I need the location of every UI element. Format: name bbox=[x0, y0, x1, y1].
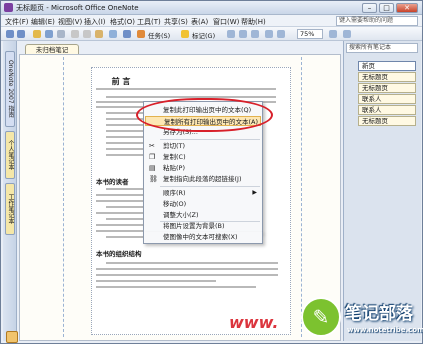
standard-toolbar: 任务(S) 标记(G) 75% bbox=[1, 27, 422, 41]
watermark-title: 笔记部落 bbox=[345, 304, 413, 324]
minimize-button[interactable]: – bbox=[362, 3, 377, 13]
unfiled-notes-icon[interactable] bbox=[6, 331, 18, 343]
forward-icon[interactable] bbox=[17, 30, 25, 38]
watermark-www-text: www. bbox=[229, 313, 279, 332]
copy-icon: ❐ bbox=[149, 153, 156, 161]
pen-icon[interactable] bbox=[227, 30, 235, 38]
doc-text-line bbox=[96, 286, 256, 288]
zoom-in-icon[interactable] bbox=[329, 30, 337, 38]
format-painter-icon[interactable] bbox=[109, 30, 117, 38]
onenote-app-icon bbox=[4, 3, 13, 12]
menu-tools[interactable]: 工具(T) bbox=[137, 17, 161, 27]
menu-make-searchable[interactable]: 使图像中的文本可搜索(X) bbox=[145, 232, 261, 242]
task-flag-icon[interactable] bbox=[137, 30, 145, 38]
zoom-out-icon[interactable] bbox=[277, 30, 285, 38]
menu-view[interactable]: 视图(V) bbox=[58, 17, 82, 27]
menu-move[interactable]: 移动(O) bbox=[145, 199, 261, 209]
highlight-annotation-circle bbox=[136, 98, 273, 132]
cut-icon[interactable] bbox=[71, 30, 79, 38]
notebook-navigation-pane: OneNote 2007 指南 个人笔记本 工作笔记本 bbox=[3, 41, 18, 343]
menu-separator bbox=[160, 139, 260, 140]
context-menu-bottom: 使图像中的文本可搜索(X) bbox=[143, 232, 263, 244]
maximize-button[interactable]: □ bbox=[379, 3, 394, 13]
email-icon[interactable] bbox=[57, 30, 65, 38]
notebook-tab-guide[interactable]: OneNote 2007 指南 bbox=[5, 51, 15, 127]
menu-window[interactable]: 窗口(W) bbox=[213, 17, 239, 27]
menu-cut[interactable]: ✂ 剪切(T) bbox=[145, 141, 261, 151]
menu-item-label: 剪切(T) bbox=[163, 142, 186, 150]
submenu-arrow-icon: ▶ bbox=[252, 189, 257, 196]
doc-heading-structure: 本书的组织结构 bbox=[96, 250, 142, 258]
menu-item-label: 调整大小(Z) bbox=[163, 211, 199, 219]
menu-bar: 文件(F) 编辑(E) 视图(V) 插入(I) 格式(O) 工具(T) 共享(S… bbox=[1, 15, 422, 27]
menu-file[interactable]: 文件(F) bbox=[5, 17, 29, 27]
onenote-window: 无标题页 - Microsoft Office OneNote – □ ✕ 文件… bbox=[0, 0, 423, 344]
menu-separator bbox=[160, 186, 260, 187]
research-icon[interactable] bbox=[343, 30, 351, 38]
doc-text-line bbox=[96, 274, 278, 276]
page-tab-untitled-1[interactable]: 无标题页 bbox=[358, 72, 416, 82]
menu-item-label: 顺序(R) bbox=[163, 189, 186, 197]
doc-heading-readers: 本书的读者 bbox=[96, 178, 129, 186]
doc-text-line bbox=[96, 280, 216, 282]
undo-icon[interactable] bbox=[123, 30, 131, 38]
watermark-logo: ✎ 笔记部落 www.notetribe.com bbox=[301, 293, 423, 343]
menu-insert[interactable]: 插入(I) bbox=[84, 17, 106, 27]
page-tab-untitled-3[interactable]: 无标题页 bbox=[358, 116, 416, 126]
section-tabs: 未归档笔记 bbox=[19, 41, 339, 55]
print-icon[interactable] bbox=[45, 30, 53, 38]
eraser-icon[interactable] bbox=[239, 30, 247, 38]
doc-text-line bbox=[96, 268, 278, 270]
copy-icon[interactable] bbox=[83, 30, 91, 38]
select-icon[interactable] bbox=[251, 30, 259, 38]
page-tab-contacts-1[interactable]: 联系人 bbox=[358, 94, 416, 104]
watermark-url: www.notetribe.com bbox=[347, 326, 423, 334]
menu-share[interactable]: 共享(S) bbox=[164, 17, 188, 27]
window-title: 无标题页 - Microsoft Office OneNote bbox=[16, 4, 139, 12]
page-tab-new[interactable]: 新页 bbox=[358, 61, 416, 71]
close-button[interactable]: ✕ bbox=[396, 3, 418, 13]
doc-title: 前 言 bbox=[111, 77, 131, 86]
title-bar: 无标题页 - Microsoft Office OneNote – □ ✕ bbox=[1, 1, 422, 15]
menu-item-label: 复制(C) bbox=[163, 153, 186, 161]
notetribe-logo-icon: ✎ bbox=[301, 297, 341, 337]
zoom-select[interactable]: 75% bbox=[297, 29, 323, 39]
menu-copy[interactable]: ❐ 复制(C) bbox=[145, 152, 261, 162]
hyperlink-icon: ⛓ bbox=[149, 175, 158, 183]
search-input[interactable]: 搜索所有笔记本 bbox=[346, 43, 418, 53]
help-search-input[interactable]: 键入需要帮助的问题 bbox=[336, 16, 418, 26]
paste-icon: ▤ bbox=[149, 164, 156, 172]
paste-icon[interactable] bbox=[95, 30, 103, 38]
menu-paste[interactable]: ▤ 粘贴(P) bbox=[145, 163, 261, 173]
menu-format[interactable]: 格式(O) bbox=[110, 17, 135, 27]
page-margin-left bbox=[63, 57, 64, 337]
tag-button[interactable]: 标记(G) bbox=[192, 30, 215, 40]
menu-resize[interactable]: 调整大小(Z) bbox=[145, 210, 261, 220]
notebook-tab-work[interactable]: 工作笔记本 bbox=[5, 183, 15, 235]
scissors-icon: ✂ bbox=[149, 142, 155, 150]
menu-order[interactable]: 顺序(R) ▶ bbox=[145, 188, 261, 198]
menu-copy-hyperlink[interactable]: ⛓ 复制指向此段落的超链接(J) bbox=[145, 174, 261, 184]
page-tab-contacts-2[interactable]: 联系人 bbox=[358, 105, 416, 115]
menu-item-label: 移动(O) bbox=[163, 200, 187, 208]
menu-item-label: 将图片设置为背景(B) bbox=[163, 222, 225, 230]
page-tab-untitled-2[interactable]: 无标题页 bbox=[358, 83, 416, 93]
task-button[interactable]: 任务(S) bbox=[148, 30, 170, 40]
doc-rule bbox=[96, 88, 276, 90]
new-page-icon[interactable] bbox=[33, 30, 41, 38]
tag-icon[interactable] bbox=[181, 30, 189, 38]
menu-item-label: 粘贴(P) bbox=[163, 164, 185, 172]
menu-help[interactable]: 帮助(H) bbox=[241, 17, 266, 27]
menu-set-background[interactable]: 将图片设置为背景(B) bbox=[145, 221, 261, 232]
back-icon[interactable] bbox=[6, 30, 14, 38]
menu-item-label: 使图像中的文本可搜索(X) bbox=[163, 233, 238, 241]
full-page-view-icon[interactable] bbox=[265, 30, 273, 38]
menu-table[interactable]: 表(A) bbox=[191, 17, 208, 27]
menu-item-label: 复制指向此段落的超链接(J) bbox=[163, 175, 242, 183]
menu-edit[interactable]: 编辑(E) bbox=[31, 17, 55, 27]
notebook-tab-personal[interactable]: 个人笔记本 bbox=[5, 131, 15, 179]
doc-text-line bbox=[106, 262, 278, 264]
